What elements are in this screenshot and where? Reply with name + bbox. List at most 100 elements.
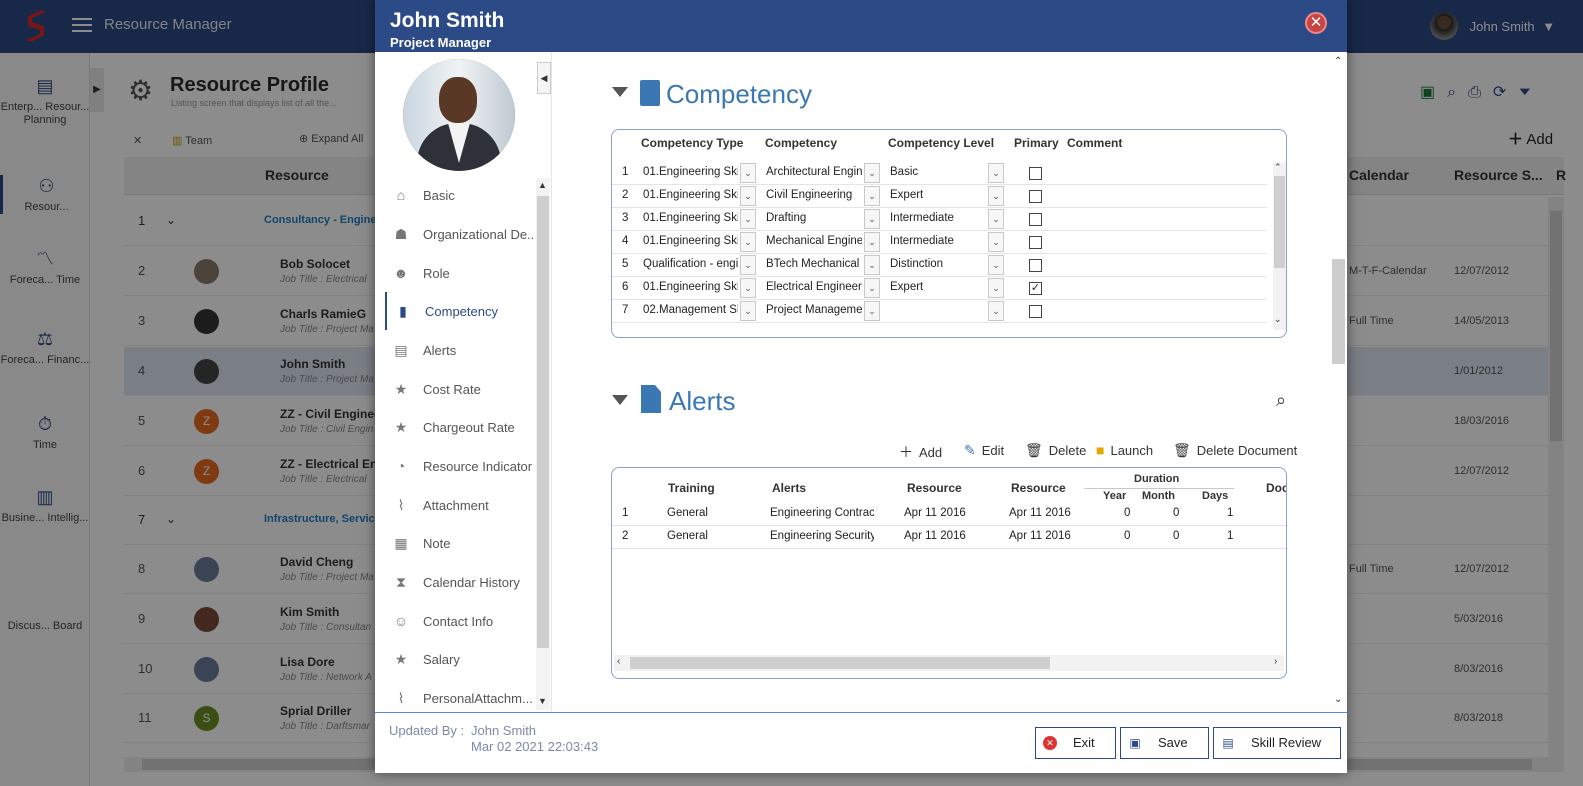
col-resource-start[interactable]: Resource [907,481,962,495]
table-row[interactable]: 5 Qualification - engineering⌄ BTech Mec… [612,254,1267,277]
level-select[interactable]: Expert [890,281,986,293]
col-alerts[interactable]: Alerts [772,481,806,495]
chevron-down-icon[interactable]: ⌄ [988,301,1004,321]
chevron-down-icon[interactable]: ⌄ [864,209,880,229]
close-icon[interactable]: ✕ [1305,12,1327,34]
table-row[interactable]: 2 01.Engineering Skills⌄ Civil Engineeri… [612,185,1267,208]
col-year[interactable]: Year [1103,490,1126,502]
alerts-hscrollbar[interactable]: ‹ › [614,655,1284,671]
col-competency[interactable]: Competency [765,136,837,150]
chevron-down-icon[interactable]: ⌄ [864,186,880,206]
primary-checkbox[interactable] [1029,190,1042,203]
level-select[interactable]: Basic [890,166,986,178]
primary-checkbox[interactable] [1029,305,1042,318]
menu-item-note[interactable]: ▦ Note [385,524,535,562]
level-select[interactable]: Expert [890,189,986,201]
col-competency-type[interactable]: Competency Type [641,136,743,150]
chevron-down-icon[interactable]: ⌄ [740,232,756,252]
col-month[interactable]: Month [1142,490,1175,502]
chevron-down-icon[interactable]: ⌄ [988,163,1004,183]
competency-select[interactable]: Drafting [766,212,862,224]
chevron-down-icon[interactable]: ⌄ [864,163,880,183]
skill-review-button[interactable]: ▤ Skill Review [1213,727,1341,759]
scroll-down-icon[interactable]: ▼ [538,696,547,706]
competency-type-select[interactable]: 01.Engineering Skills [643,212,738,224]
chevron-down-icon[interactable]: ⌄ [864,255,880,275]
table-row[interactable]: 4 01.Engineering Skills⌄ Mechanical Engi… [612,231,1267,254]
col-training[interactable]: Training [668,481,715,495]
chevron-down-icon[interactable]: ⌄ [864,232,880,252]
chevron-down-icon[interactable]: ⌄ [988,186,1004,206]
alerts-add-button[interactable]: ＋ Add [899,442,942,462]
competency-type-select[interactable]: Qualification - engineering [643,258,738,270]
col-days[interactable]: Days [1202,490,1228,502]
primary-checkbox[interactable] [1029,213,1042,226]
primary-checkbox[interactable] [1029,259,1042,272]
zoom-icon[interactable]: ⌕ [1276,390,1286,411]
primary-checkbox-checked[interactable]: ✓ [1029,282,1042,295]
chevron-down-icon[interactable]: ⌄ [988,255,1004,275]
menu-item-basic[interactable]: ⌂ Basic [385,176,535,214]
competency-select[interactable]: Civil Engineering [766,189,862,201]
table-row[interactable]: 1 01.Engineering Skills⌄ Architectural E… [612,162,1267,185]
scroll-down-icon[interactable]: ⌄ [1274,314,1282,325]
chevron-down-icon[interactable]: ⌄ [740,255,756,275]
competency-select[interactable]: Project Management [766,304,862,316]
competency-type-select[interactable]: 01.Engineering Skills [643,166,738,178]
col-doc[interactable]: Doc [1266,481,1286,495]
table-row[interactable]: 3 01.Engineering Skills⌄ Drafting⌄ Inter… [612,208,1267,231]
table-row[interactable]: 1 General Engineering Contractor Apr 11 … [612,503,1286,526]
table-row[interactable]: 7 02.Management Skills⌄ Project Manageme… [612,300,1267,323]
alerts-delete-button[interactable]: 🗑 Delete [1025,442,1086,459]
competency-select[interactable]: Electrical Engineering [766,281,862,293]
chevron-down-icon[interactable]: ⌄ [864,301,880,321]
col-comment[interactable]: Comment [1067,136,1122,150]
menu-item-alerts[interactable]: ▤ Alerts [385,331,535,369]
competency-type-select[interactable]: 01.Engineering Skills [643,281,738,293]
collapse-triangle-icon[interactable] [612,87,628,97]
chevron-down-icon[interactable]: ⌄ [740,186,756,206]
menu-item-calendar-history[interactable]: ⧗ Calendar History [385,563,535,601]
menu-item-resource-indicator[interactable]: ◔ Resource Indicator [385,447,535,485]
competency-select[interactable]: BTech Mechanical [766,258,862,270]
col-resource-end[interactable]: Resource [1011,481,1066,495]
menu-item-salary[interactable]: ★ Salary [385,640,535,678]
menu-item-attachment[interactable]: ⌇ Attachment [385,486,535,524]
scroll-up-icon[interactable]: ⌃ [1334,56,1342,67]
table-row[interactable]: 2 General Engineering Security Apr 11 20… [612,526,1286,549]
scroll-down-icon[interactable]: ⌄ [1334,694,1342,705]
exit-button[interactable]: ✕ Exit [1035,727,1116,759]
scroll-left-icon[interactable]: ‹ [617,656,620,667]
collapse-triangle-icon[interactable] [612,395,628,405]
chevron-down-icon[interactable]: ⌄ [864,278,880,298]
chevron-down-icon[interactable]: ⌄ [740,163,756,183]
col-primary[interactable]: Primary [1014,136,1059,150]
competency-type-select[interactable]: 01.Engineering Skills [643,235,738,247]
menu-item-role[interactable]: ☻ Role [385,254,535,292]
chevron-down-icon[interactable]: ⌄ [740,278,756,298]
menu-item-organizational[interactable]: ☗ Organizational De... [385,215,535,253]
level-select[interactable]: Intermediate [890,212,986,224]
menu-item-cost-rate[interactable]: ★ Cost Rate [385,370,535,408]
primary-checkbox[interactable] [1029,167,1042,180]
chevron-down-icon[interactable]: ⌄ [988,209,1004,229]
chevron-down-icon[interactable]: ⌄ [740,301,756,321]
section-menu-scrollbar[interactable]: ▲ ▼ [536,178,550,710]
scroll-up-icon[interactable]: ⌃ [1274,162,1282,173]
primary-checkbox[interactable] [1029,236,1042,249]
competency-select[interactable]: Mechanical Engineering [766,235,862,247]
competency-select[interactable]: Architectural Engineering [766,166,862,178]
collapse-left-icon[interactable]: ◀ [537,62,551,94]
menu-item-chargeout-rate[interactable]: ★ Chargeout Rate [385,408,535,446]
menu-item-competency[interactable]: ▮ Competency [385,292,535,330]
level-select[interactable]: Intermediate [890,235,986,247]
scroll-right-icon[interactable]: › [1274,656,1277,667]
alerts-delete-document-button[interactable]: 🗑 Delete Document [1173,442,1297,459]
menu-item-contact-info[interactable]: ☺ Contact Info [385,602,535,640]
scroll-up-icon[interactable]: ▲ [538,180,547,190]
competency-scrollbar[interactable]: ⌃ ⌄ [1273,162,1286,330]
competency-type-select[interactable]: 01.Engineering Skills [643,189,738,201]
col-competency-level[interactable]: Competency Level [888,136,994,150]
level-select[interactable]: Distinction [890,258,986,270]
alerts-edit-button[interactable]: ✎ Edit [964,442,1004,459]
